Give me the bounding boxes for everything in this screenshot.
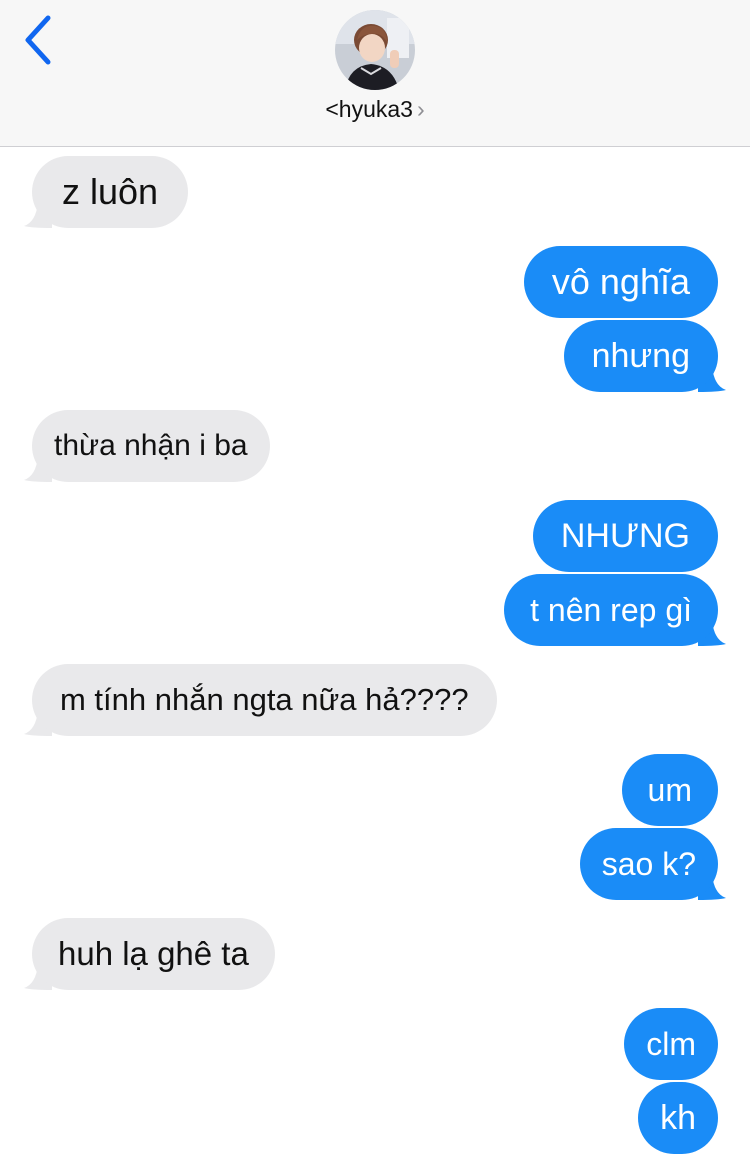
outgoing-message[interactable]: kh xyxy=(638,1082,718,1154)
conversation-header: <hyuka3 › xyxy=(0,0,750,147)
outgoing-message[interactable]: vô nghĩa xyxy=(523,246,718,318)
outgoing-message[interactable]: nhưng xyxy=(563,320,718,392)
incoming-message[interactable]: huh lạ ghê ta xyxy=(32,918,275,990)
chevron-right-icon: › xyxy=(416,96,425,122)
incoming-message[interactable]: thừa nhận i ba xyxy=(32,410,270,482)
contact-name-button[interactable]: <hyuka3 › xyxy=(0,96,750,123)
outgoing-message[interactable]: t nên rep gì xyxy=(504,574,718,646)
back-chevron-icon[interactable] xyxy=(18,12,58,68)
outgoing-message[interactable]: clm xyxy=(624,1008,718,1080)
outgoing-message[interactable]: um xyxy=(621,754,718,826)
outgoing-message[interactable]: sao k? xyxy=(579,828,718,900)
outgoing-message[interactable]: NHƯNG xyxy=(532,500,718,572)
contact-name: hyuka3 xyxy=(338,96,413,122)
incoming-message[interactable]: m tính nhắn ngta nữa hả???? xyxy=(32,664,497,736)
contact-avatar[interactable] xyxy=(335,10,415,90)
incoming-message[interactable]: z luôn xyxy=(32,156,189,228)
contact-name-prefix: < xyxy=(325,96,339,122)
